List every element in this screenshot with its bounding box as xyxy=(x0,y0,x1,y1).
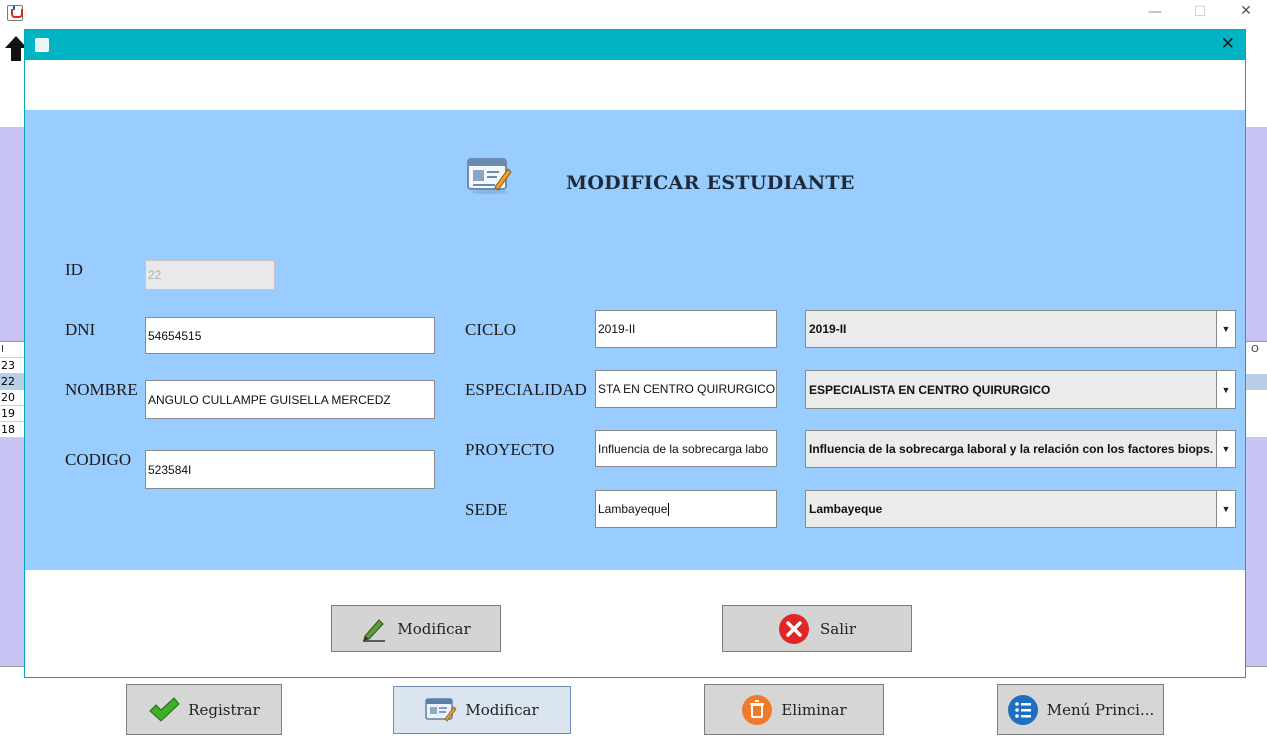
sede-field[interactable]: Lambayeque xyxy=(595,490,777,528)
proyecto-combobox[interactable]: Influencia de la sobrecarga laboral y la… xyxy=(805,430,1236,468)
ciclo-combo-value: 2019-II xyxy=(809,322,847,336)
sede-combo-value: Lambayeque xyxy=(809,502,883,516)
label-codigo: CODIGO xyxy=(65,450,132,469)
table-row-selected[interactable]: 22 xyxy=(0,374,26,390)
table-header[interactable]: I xyxy=(0,342,26,358)
eliminar-button[interactable]: Eliminar xyxy=(704,684,884,735)
edit-card-icon xyxy=(425,698,457,722)
java-app-icon xyxy=(7,5,23,21)
modificar-estudiante-dialog: ✕ MODIFICAR ESTUDIANTE ID 22 DNI 5465451… xyxy=(24,29,1246,678)
ciclo-field[interactable]: 2019-II xyxy=(595,310,777,348)
dialog-titlebar[interactable]: ✕ xyxy=(25,30,1245,60)
sede-combobox[interactable]: Lambayeque ▼ xyxy=(805,490,1236,528)
close-circle-icon xyxy=(779,613,809,644)
especialidad-combo-value: ESPECIALISTA EN CENTRO QUIRURGICO xyxy=(809,382,1051,397)
minimize-button[interactable]: — xyxy=(1145,5,1165,19)
especialidad-field[interactable]: STA EN CENTRO QUIRURGICO xyxy=(595,370,777,408)
java-app-icon xyxy=(35,38,49,52)
nombre-field-value: ANGULO CULLAMPE GUISELLA MERCEDZ xyxy=(148,392,391,407)
chevron-down-icon[interactable]: ▼ xyxy=(1216,431,1235,467)
table-row[interactable]: 20 xyxy=(0,390,26,406)
modificar-main-button[interactable]: Modificar xyxy=(393,686,571,734)
ciclo-combobox[interactable]: 2019-II ▼ xyxy=(805,310,1236,348)
modificar-button[interactable]: Modificar xyxy=(331,605,501,652)
codigo-field-value: 523584I xyxy=(148,462,192,477)
edit-card-icon xyxy=(467,158,512,194)
eliminar-label: Eliminar xyxy=(781,700,847,719)
trash-icon xyxy=(742,694,773,725)
label-nombre: NOMBRE xyxy=(65,380,138,399)
dni-field[interactable]: 54654515 xyxy=(145,317,435,354)
label-proyecto: PROYECTO xyxy=(465,440,555,459)
text-caret xyxy=(668,502,670,516)
close-button[interactable]: ✕ xyxy=(1236,4,1256,18)
proyecto-field-value: Influencia de la sobrecarga labo xyxy=(598,441,769,456)
label-especialidad: ESPECIALIDAD xyxy=(465,380,587,399)
dni-field-value: 54654515 xyxy=(148,328,202,343)
label-dni: DNI xyxy=(65,320,96,339)
label-id: ID xyxy=(65,260,83,279)
sede-field-value: Lambayeque xyxy=(598,502,668,516)
menu-principal-label: Menú Princi... xyxy=(1046,700,1155,719)
table-row[interactable]: 23 xyxy=(0,358,26,374)
main-window-titlebar: — ☐ ✕ xyxy=(0,0,1267,26)
menu-principal-button[interactable]: Menú Princi... xyxy=(997,684,1164,735)
chevron-down-icon[interactable]: ▼ xyxy=(1216,311,1235,347)
label-sede: SEDE xyxy=(465,500,508,519)
table-row[interactable]: 18 xyxy=(0,422,26,438)
especialidad-field-value: STA EN CENTRO QUIRURGICO xyxy=(598,382,776,396)
form-panel: MODIFICAR ESTUDIANTE ID 22 DNI 54654515 … xyxy=(25,110,1245,570)
student-table-right: O xyxy=(1245,341,1267,437)
especialidad-combobox[interactable]: ESPECIALISTA EN CENTRO QUIRURGICO ▼ xyxy=(805,370,1236,409)
modificar-label: Modificar xyxy=(397,619,471,638)
proyecto-combo-value: Influencia de la sobrecarga laboral y la… xyxy=(809,442,1213,456)
codigo-field[interactable]: 523584I xyxy=(145,450,435,489)
chevron-down-icon[interactable]: ▼ xyxy=(1216,491,1235,527)
label-ciclo: CICLO xyxy=(465,320,516,339)
student-table: I 23 22 20 19 18 xyxy=(0,341,26,438)
modificar-main-label: Modificar xyxy=(465,701,539,719)
salir-button[interactable]: Salir xyxy=(722,605,912,652)
list-menu-icon xyxy=(1007,694,1038,725)
nombre-field[interactable]: ANGULO CULLAMPE GUISELLA MERCEDZ xyxy=(145,380,435,419)
dialog-heading: MODIFICAR ESTUDIANTE xyxy=(566,172,855,194)
checkmark-icon xyxy=(149,696,180,722)
id-field[interactable]: 22 xyxy=(145,260,275,290)
registrar-label: Registrar xyxy=(188,700,260,719)
pencil-icon xyxy=(363,618,386,642)
registrar-button[interactable]: Registrar xyxy=(126,684,282,735)
dialog-close-button[interactable]: ✕ xyxy=(1221,35,1235,53)
ciclo-field-value: 2019-II xyxy=(598,322,636,336)
table-row-selected[interactable] xyxy=(1246,374,1267,390)
salir-label: Salir xyxy=(820,619,856,638)
proyecto-field[interactable]: Influencia de la sobrecarga labo xyxy=(595,430,777,467)
maximize-button[interactable]: ☐ xyxy=(1190,5,1210,19)
chevron-down-icon[interactable]: ▼ xyxy=(1216,371,1235,408)
table-header[interactable]: O xyxy=(1250,342,1267,358)
table-row[interactable]: 19 xyxy=(0,406,26,422)
id-field-value: 22 xyxy=(148,268,162,282)
